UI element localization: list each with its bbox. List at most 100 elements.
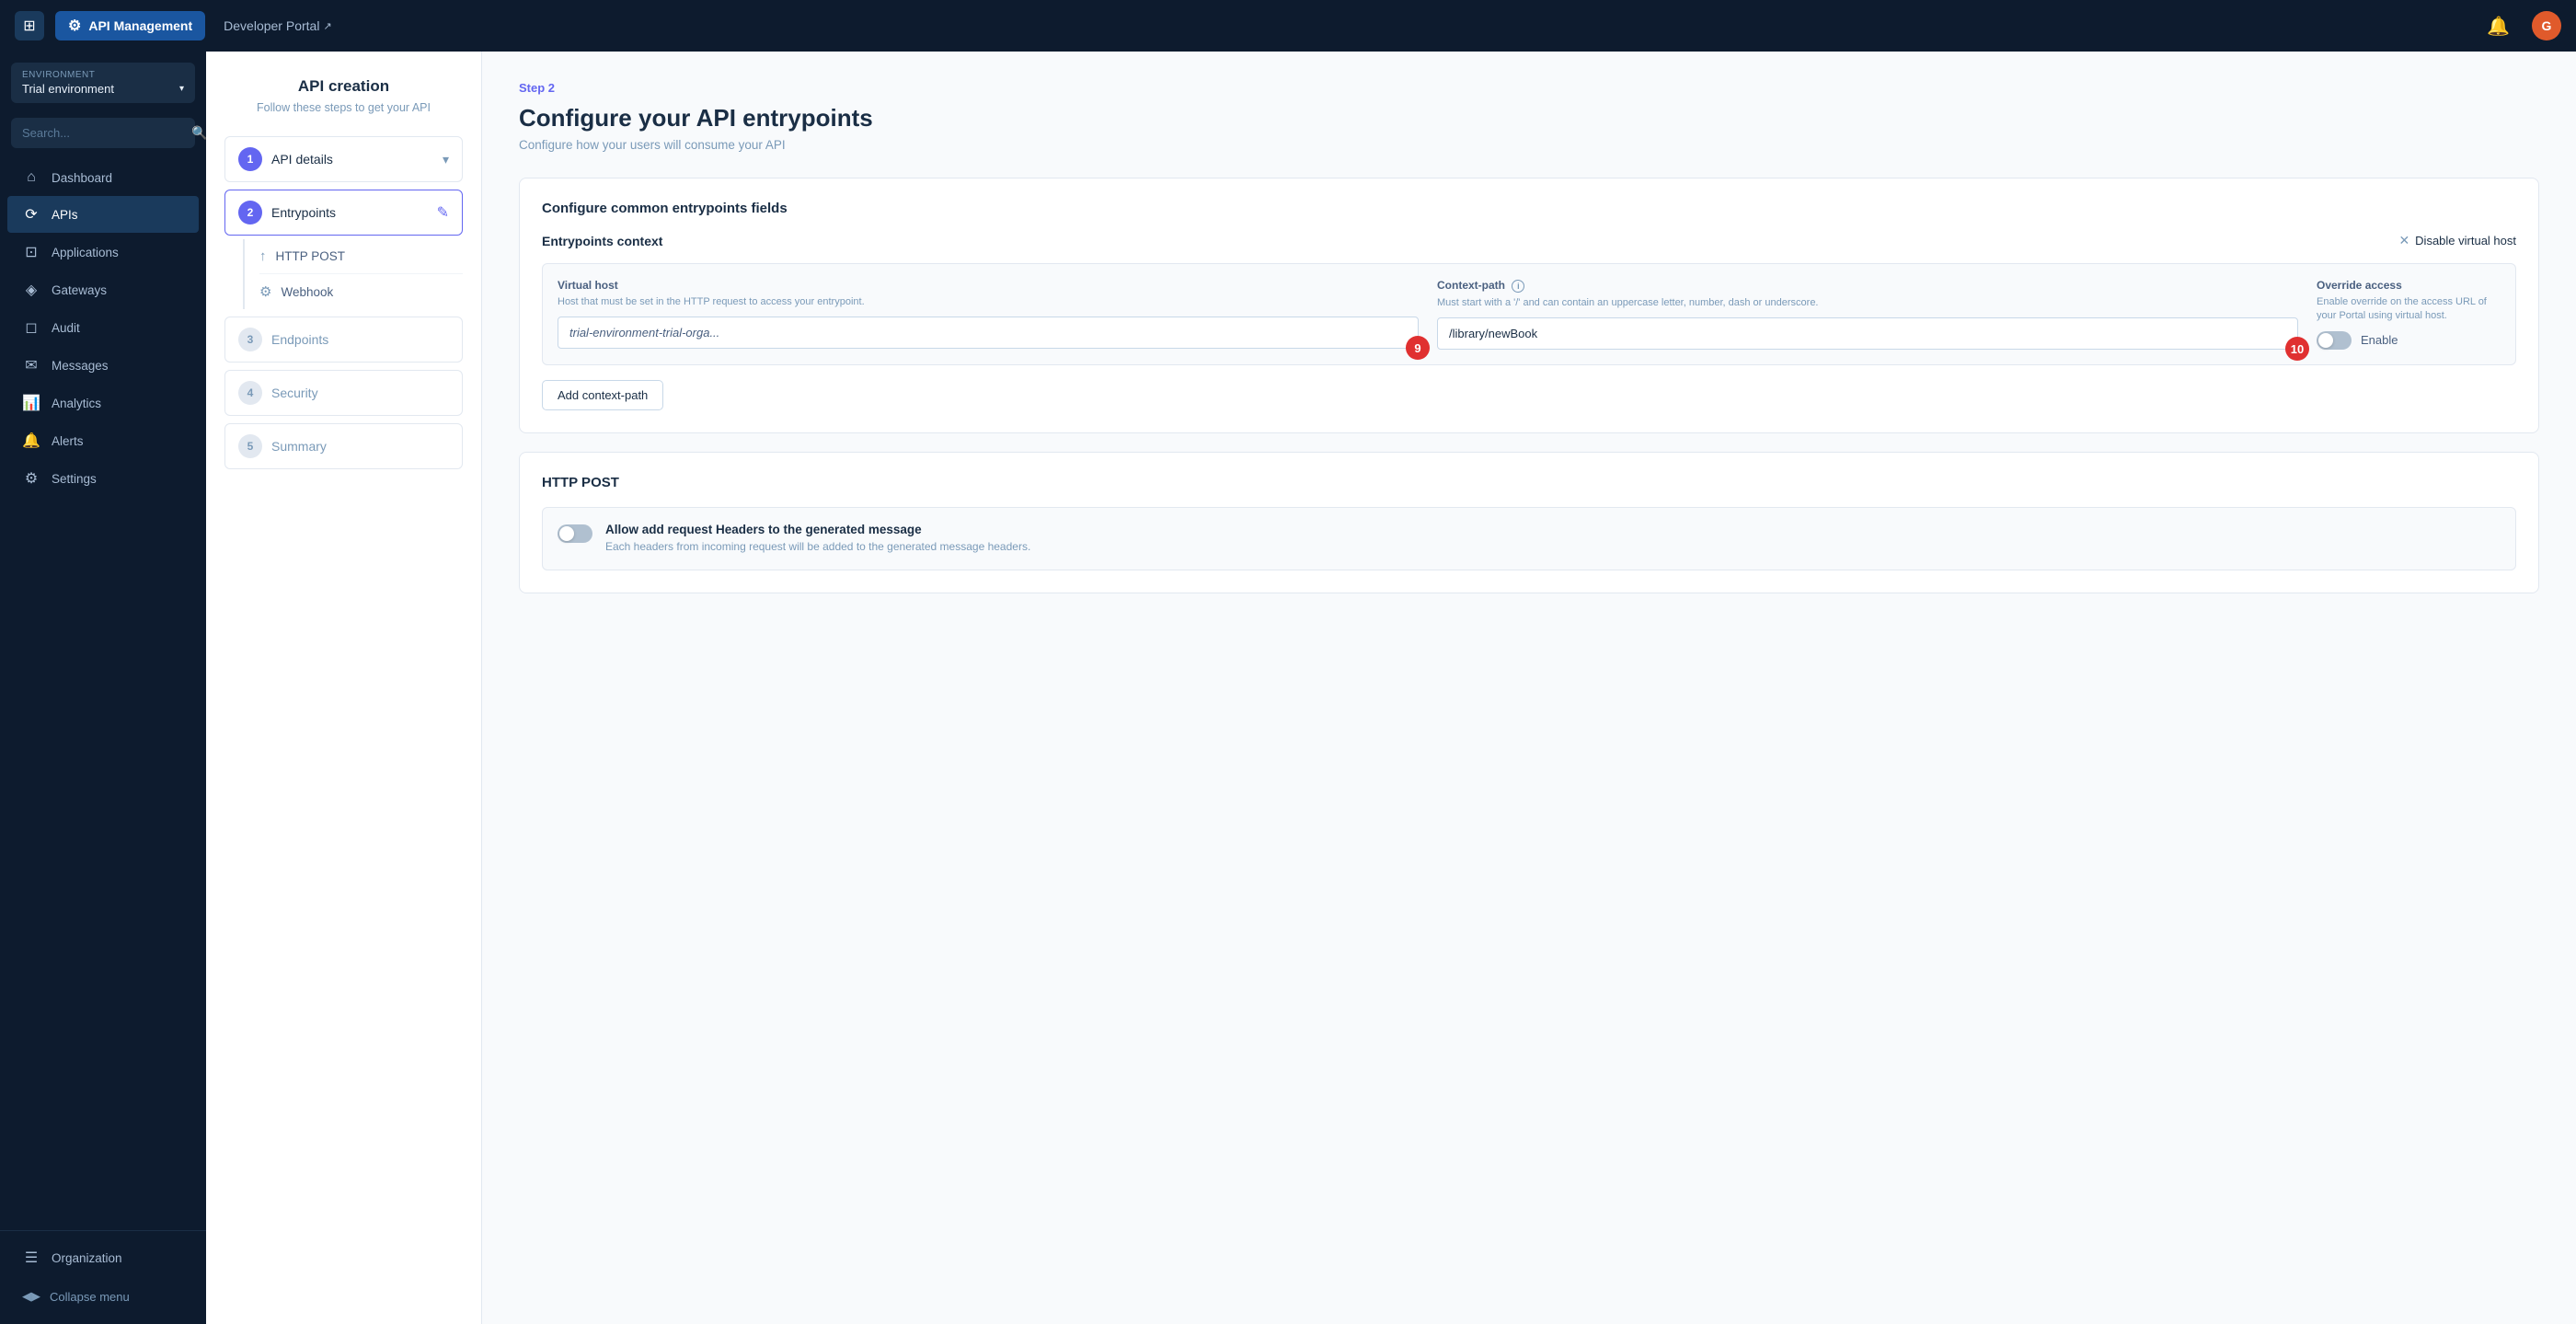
entrypoints-context-header: Entrypoints context ✕ Disable virtual ho… xyxy=(542,233,2516,248)
step-indicator: Step 2 xyxy=(519,81,2539,95)
virtual-host-row: Virtual host Host that must be set in th… xyxy=(542,263,2516,365)
sidebar-item-organization[interactable]: ☰ Organization xyxy=(7,1239,199,1276)
page-title: Configure your API entrypoints xyxy=(519,104,2539,132)
edit-icon: ✎ xyxy=(437,203,449,222)
http-post-icon: ↑ xyxy=(259,248,267,264)
sidebar-item-label: Analytics xyxy=(52,397,101,410)
allow-title: Allow add request Headers to the generat… xyxy=(605,523,1030,536)
toggle-knob xyxy=(559,526,574,541)
organization-icon: ☰ xyxy=(22,1249,40,1267)
configure-entrypoints-card: Configure common entrypoints fields Entr… xyxy=(519,178,2539,433)
sidebar-search[interactable]: 🔍 xyxy=(11,118,195,148)
wizard-title: API creation xyxy=(224,77,463,96)
sidebar-item-apis[interactable]: ⟳ APIs xyxy=(7,196,199,233)
add-context-path-button[interactable]: Add context-path xyxy=(542,380,663,410)
context-path-input[interactable] xyxy=(1437,317,2298,350)
gateways-icon: ◈ xyxy=(22,281,40,299)
sidebar-item-messages[interactable]: ✉ Messages xyxy=(7,347,199,384)
sidebar-item-label: Organization xyxy=(52,1251,122,1265)
main-content: API creation Follow these steps to get y… xyxy=(206,52,2576,1324)
allow-headers-toggle[interactable] xyxy=(558,524,592,543)
alerts-icon: 🔔 xyxy=(22,432,40,450)
step-5-label: Summary xyxy=(271,439,449,454)
disable-btn-label: Disable virtual host xyxy=(2415,234,2516,248)
wizard-panel: API creation Follow these steps to get y… xyxy=(206,52,482,1324)
environment-selector[interactable]: Environment Trial environment ▾ xyxy=(11,63,195,103)
sidebar-item-label: Messages xyxy=(52,359,109,373)
child-label: Webhook xyxy=(281,285,333,299)
allow-headers-text: Allow add request Headers to the generat… xyxy=(605,523,1030,555)
allow-desc: Each headers from incoming request will … xyxy=(605,539,1030,555)
sidebar: Environment Trial environment ▾ 🔍 ⌂ Dash… xyxy=(0,52,206,1324)
environment-label: Environment xyxy=(22,70,184,80)
badge-10: 10 xyxy=(2285,337,2309,361)
collapse-icon: ◀▶ xyxy=(22,1289,40,1304)
sidebar-bottom: ☰ Organization ◀▶ Collapse menu xyxy=(0,1230,206,1324)
disable-virtual-host-button[interactable]: ✕ Disable virtual host xyxy=(2398,233,2516,248)
wizard-subtitle: Follow these steps to get your API xyxy=(224,101,463,114)
collapse-menu-button[interactable]: ◀▶ Collapse menu xyxy=(7,1280,199,1313)
step-4-header[interactable]: 4 Security xyxy=(224,370,463,416)
step-4-label: Security xyxy=(271,386,449,400)
context-path-input-wrapper: 10 xyxy=(1437,317,2298,350)
topbar-brand[interactable]: ⚙ API Management xyxy=(55,11,205,40)
brand-label: API Management xyxy=(88,18,192,33)
content-panel: Step 2 Configure your API entrypoints Co… xyxy=(482,52,2576,1324)
enable-label: Enable xyxy=(2361,333,2398,347)
sidebar-item-label: Applications xyxy=(52,246,119,259)
sidebar-item-alerts[interactable]: 🔔 Alerts xyxy=(7,422,199,459)
wizard-step-3: 3 Endpoints xyxy=(224,317,463,363)
step-3-label: Endpoints xyxy=(271,332,449,347)
context-path-label: Context-path i xyxy=(1437,279,2298,293)
wizard-step-2: 2 Entrypoints ✎ ↑ HTTP POST ⚙ Webhook xyxy=(224,190,463,309)
sidebar-item-applications[interactable]: ⊡ Applications xyxy=(7,234,199,271)
close-icon: ✕ xyxy=(2398,233,2409,248)
page-description: Configure how your users will consume yo… xyxy=(519,138,2539,152)
sidebar-item-analytics[interactable]: 📊 Analytics xyxy=(7,385,199,421)
devportal-link[interactable]: Developer Portal ↗ xyxy=(224,18,332,33)
topbar-logo-icon: ⊞ xyxy=(15,11,44,40)
step-5-header[interactable]: 5 Summary xyxy=(224,423,463,469)
external-link-icon: ↗ xyxy=(323,20,331,32)
step-2-header[interactable]: 2 Entrypoints ✎ xyxy=(224,190,463,236)
chevron-icon: ▾ xyxy=(443,152,449,167)
allow-headers-row: Allow add request Headers to the generat… xyxy=(542,507,2516,570)
sidebar-item-label: Settings xyxy=(52,472,97,486)
step-1-number: 1 xyxy=(238,147,262,171)
override-toggle-row: Enable xyxy=(2317,331,2501,350)
step-5-number: 5 xyxy=(238,434,262,458)
analytics-icon: 📊 xyxy=(22,394,40,412)
wizard-step-4: 4 Security xyxy=(224,370,463,416)
badge-9: 9 xyxy=(1406,336,1430,360)
card-title: Configure common entrypoints fields xyxy=(542,201,2516,216)
grid-icon: ⊞ xyxy=(23,17,35,35)
sidebar-nav: ⌂ Dashboard ⟳ APIs ⊡ Applications ◈ Gate… xyxy=(0,155,206,1230)
environment-value: Trial environment ▾ xyxy=(22,82,184,96)
search-icon: 🔍 xyxy=(191,125,206,141)
override-access-toggle[interactable] xyxy=(2317,331,2352,350)
step-4-number: 4 xyxy=(238,381,262,405)
step-child-webhook[interactable]: ⚙ Webhook xyxy=(259,274,463,309)
sidebar-item-audit[interactable]: ◻ Audit xyxy=(7,309,199,346)
wizard-step-5: 5 Summary xyxy=(224,423,463,469)
collapse-label: Collapse menu xyxy=(50,1290,130,1304)
step-2-label: Entrypoints xyxy=(271,205,428,220)
virtual-host-desc: Host that must be set in the HTTP reques… xyxy=(558,295,1419,309)
sidebar-item-dashboard[interactable]: ⌂ Dashboard xyxy=(7,160,199,195)
host-input[interactable] xyxy=(558,317,1419,349)
wizard-step-1: 1 API details ▾ xyxy=(224,136,463,182)
notification-bell-icon[interactable]: 🔔 xyxy=(2487,15,2510,38)
gear-icon: ⚙ xyxy=(68,17,81,35)
sidebar-item-settings[interactable]: ⚙ Settings xyxy=(7,460,199,497)
http-post-card: HTTP POST Allow add request Headers to t… xyxy=(519,452,2539,593)
override-access-label: Override access xyxy=(2317,279,2501,292)
sidebar-item-gateways[interactable]: ◈ Gateways xyxy=(7,271,199,308)
step-3-header[interactable]: 3 Endpoints xyxy=(224,317,463,363)
step-1-header[interactable]: 1 API details ▾ xyxy=(224,136,463,182)
step-child-http-post[interactable]: ↑ HTTP POST xyxy=(259,239,463,274)
sidebar-item-label: Audit xyxy=(52,321,80,335)
http-post-title: HTTP POST xyxy=(542,475,2516,490)
chevron-down-icon: ▾ xyxy=(179,84,184,94)
search-input[interactable] xyxy=(22,126,184,140)
user-avatar[interactable]: G xyxy=(2532,11,2561,40)
